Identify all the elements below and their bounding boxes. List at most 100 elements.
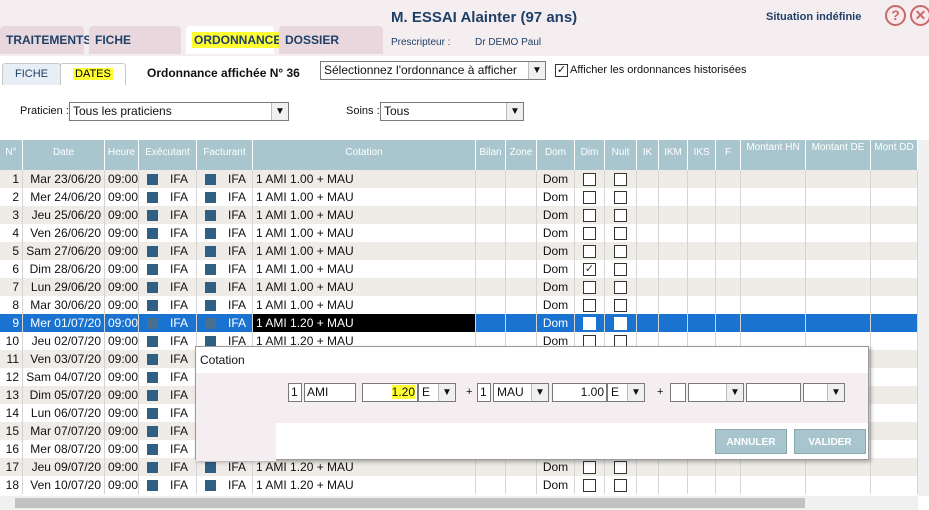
table-cell <box>575 278 605 296</box>
nuit-checkbox[interactable] <box>614 209 627 223</box>
column-header[interactable]: F <box>716 140 741 170</box>
column-header[interactable]: IK <box>637 140 659 170</box>
table-cell: 09:00 <box>105 296 139 314</box>
validate-button[interactable]: VALIDER <box>794 429 866 454</box>
column-header[interactable]: Nuit <box>605 140 637 170</box>
column-header[interactable]: Zone <box>506 140 537 170</box>
tab-fiche-patient[interactable]: FICHE PATIENT <box>89 26 181 75</box>
cell-text: IFA <box>228 190 247 204</box>
qty-2-input[interactable]: 1 <box>477 383 491 402</box>
table-row[interactable]: 5 Sam 27/06/20 09:00 IFA IFA 1 AMI 1.00 + MAU… <box>0 242 918 260</box>
close-icon[interactable]: ✕ <box>910 5 929 26</box>
dim-checkbox[interactable] <box>583 173 596 187</box>
dim-checkbox[interactable] <box>583 299 596 313</box>
dim-checkbox[interactable] <box>583 227 596 241</box>
table-cell <box>806 242 871 260</box>
e-2-select[interactable]: E ▼ <box>607 383 645 402</box>
nuit-checkbox[interactable] <box>614 173 627 187</box>
code-1-input[interactable]: AMI <box>304 383 356 402</box>
table-row[interactable]: 18 Ven 10/07/20 09:00 IFA IFA 1 AMI 1.20 + MA… <box>0 476 918 494</box>
table-cell <box>741 296 806 314</box>
table-cell: 18 <box>0 476 23 494</box>
code-2-select[interactable]: MAU ▼ <box>493 383 549 402</box>
dim-checkbox[interactable] <box>583 281 596 295</box>
nuit-checkbox[interactable] <box>614 299 627 313</box>
column-header[interactable]: Facturant <box>197 140 253 170</box>
tab-traitements[interactable]: TRAITEMENTS <box>0 26 91 54</box>
horizontal-scrollbar[interactable] <box>0 496 918 510</box>
soins-select[interactable]: Tous ▼ <box>380 102 524 121</box>
column-header[interactable]: Dom <box>537 140 575 170</box>
qty-1-input[interactable]: 1 <box>288 383 302 402</box>
dim-checkbox[interactable] <box>583 479 596 493</box>
dim-checkbox[interactable] <box>583 191 596 205</box>
dim-checkbox[interactable] <box>583 245 596 259</box>
nuit-checkbox[interactable] <box>614 245 627 259</box>
dim-checkbox[interactable] <box>583 461 596 475</box>
coef-2-input[interactable]: 1.00 <box>552 383 607 402</box>
help-icon[interactable]: ? <box>885 5 906 26</box>
praticien-select[interactable]: Tous les praticiens ▼ <box>69 102 289 121</box>
table-cell: IFA <box>197 188 253 206</box>
qty-3-input[interactable] <box>670 383 686 402</box>
cancel-button[interactable]: ANNULER <box>715 429 787 454</box>
column-header[interactable]: Cotation <box>253 140 476 170</box>
table-row[interactable]: 2 Mer 24/06/20 09:00 IFA IFA 1 AMI 1.00 + MAU… <box>0 188 918 206</box>
tab-ordonnances[interactable]: ORDONNANCES <box>186 26 292 54</box>
table-row[interactable]: 8 Mar 30/06/20 09:00 IFA IFA 1 AMI 1.00 + MAU… <box>0 296 918 314</box>
nuit-checkbox[interactable] <box>614 263 627 277</box>
nuit-checkbox[interactable] <box>614 227 627 241</box>
nuit-checkbox[interactable] <box>614 281 627 295</box>
prescripteur-name: Dr DEMO Paul <box>475 37 542 48</box>
table-cell: Dom <box>537 458 575 476</box>
vertical-scrollbar[interactable] <box>918 140 929 496</box>
dim-checkbox[interactable] <box>583 209 596 223</box>
column-header[interactable]: Heure <box>105 140 139 170</box>
subtab-dates[interactable]: DATES <box>60 63 126 85</box>
column-header[interactable]: Bilan <box>476 140 506 170</box>
table-cell <box>741 170 806 188</box>
e-1-select[interactable]: E ▼ <box>418 383 456 402</box>
table-cell: 1 AMI 1.00 + MAU <box>253 206 476 224</box>
table-cell <box>716 188 741 206</box>
table-row[interactable]: 3 Jeu 25/06/20 09:00 IFA IFA 1 AMI 1.00 + MAU… <box>0 206 918 224</box>
coef-1-input[interactable]: 1.20 <box>362 383 418 402</box>
table-row[interactable]: 17 Jeu 09/07/20 09:00 IFA IFA 1 AMI 1.20 + MA… <box>0 458 918 476</box>
table-row[interactable]: 7 Lun 29/06/20 09:00 IFA IFA 1 AMI 1.00 + MAU… <box>0 278 918 296</box>
nuit-checkbox[interactable] <box>614 317 627 331</box>
tab-dossier-medical[interactable]: DOSSIER MÉDICAL <box>279 26 383 75</box>
ordonnance-select[interactable]: Sélectionnez l'ordonnance à afficher ▼ <box>320 61 546 80</box>
table-row[interactable]: 4 Ven 26/06/20 09:00 IFA IFA 1 AMI 1.00 + MAU… <box>0 224 918 242</box>
dim-checkbox[interactable]: ✓ <box>583 263 596 277</box>
column-header[interactable]: Dim <box>575 140 605 170</box>
soins-select-value: Tous <box>384 104 410 118</box>
column-header[interactable]: Mont DD <box>871 140 918 170</box>
column-header[interactable]: Montant HN <box>741 140 806 170</box>
coef-3-input[interactable] <box>746 383 801 402</box>
subtab-fiche[interactable]: FICHE <box>2 63 61 85</box>
nuit-checkbox[interactable] <box>614 479 627 493</box>
column-header[interactable]: IKM <box>659 140 688 170</box>
column-header[interactable]: Montant DE <box>806 140 871 170</box>
table-cell <box>637 170 659 188</box>
table-cell <box>871 188 918 206</box>
code-3-select[interactable]: ▼ <box>688 383 744 402</box>
table-cell <box>716 260 741 278</box>
column-header[interactable]: Exécutant <box>139 140 197 170</box>
table-row[interactable]: 6 Dim 28/06/20 09:00 IFA IFA 1 AMI 1.00 + MAU… <box>0 260 918 278</box>
table-cell: 10 <box>0 332 23 350</box>
table-cell <box>637 206 659 224</box>
nuit-checkbox[interactable] <box>614 191 627 205</box>
scroll-thumb[interactable] <box>15 498 805 508</box>
column-header[interactable]: Date <box>23 140 105 170</box>
table-cell: Lun 29/06/20 <box>23 278 105 296</box>
dim-checkbox[interactable] <box>583 317 596 331</box>
table-row[interactable]: 9 Mer 01/07/20 09:00 IFA IFA 1 AMI 1.20 + MAU… <box>0 314 918 332</box>
column-header[interactable]: N° <box>0 140 23 170</box>
historised-checkbox[interactable]: ✓ <box>555 64 568 77</box>
column-header[interactable]: IKS <box>688 140 716 170</box>
table-cell <box>506 206 537 224</box>
nuit-checkbox[interactable] <box>614 461 627 475</box>
e-3-select[interactable]: ▼ <box>803 383 845 402</box>
table-row[interactable]: 1 Mar 23/06/20 09:00 IFA IFA 1 AMI 1.00 + MAU… <box>0 170 918 188</box>
